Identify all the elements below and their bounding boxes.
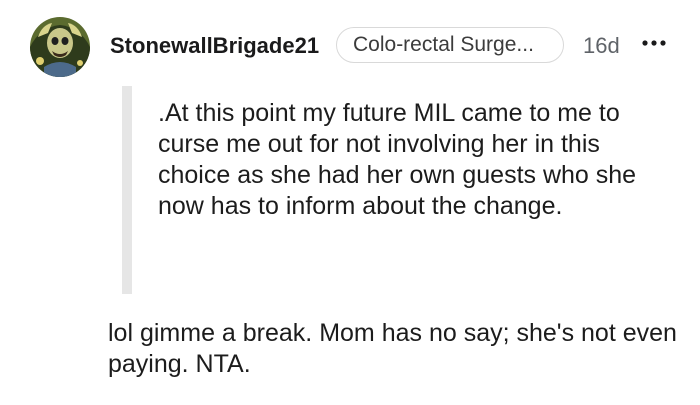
- comment-body: lol gimme a break. Mom has no say; she's…: [108, 319, 677, 378]
- author-username[interactable]: StonewallBrigade21: [110, 33, 319, 59]
- user-flair-badge: Colo-rectal Surge...: [336, 27, 564, 63]
- avatar[interactable]: [30, 17, 90, 77]
- blockquote-bar: [122, 86, 132, 294]
- more-options-button[interactable]: [640, 31, 670, 55]
- avatar-image-icon: [30, 17, 90, 77]
- blockquote-text: .At this point my future MIL came to me …: [158, 99, 637, 220]
- user-flair-label: Colo-rectal Surge...: [353, 33, 534, 56]
- more-horizontal-icon: [642, 40, 666, 46]
- comment-age: 16d: [583, 33, 620, 58]
